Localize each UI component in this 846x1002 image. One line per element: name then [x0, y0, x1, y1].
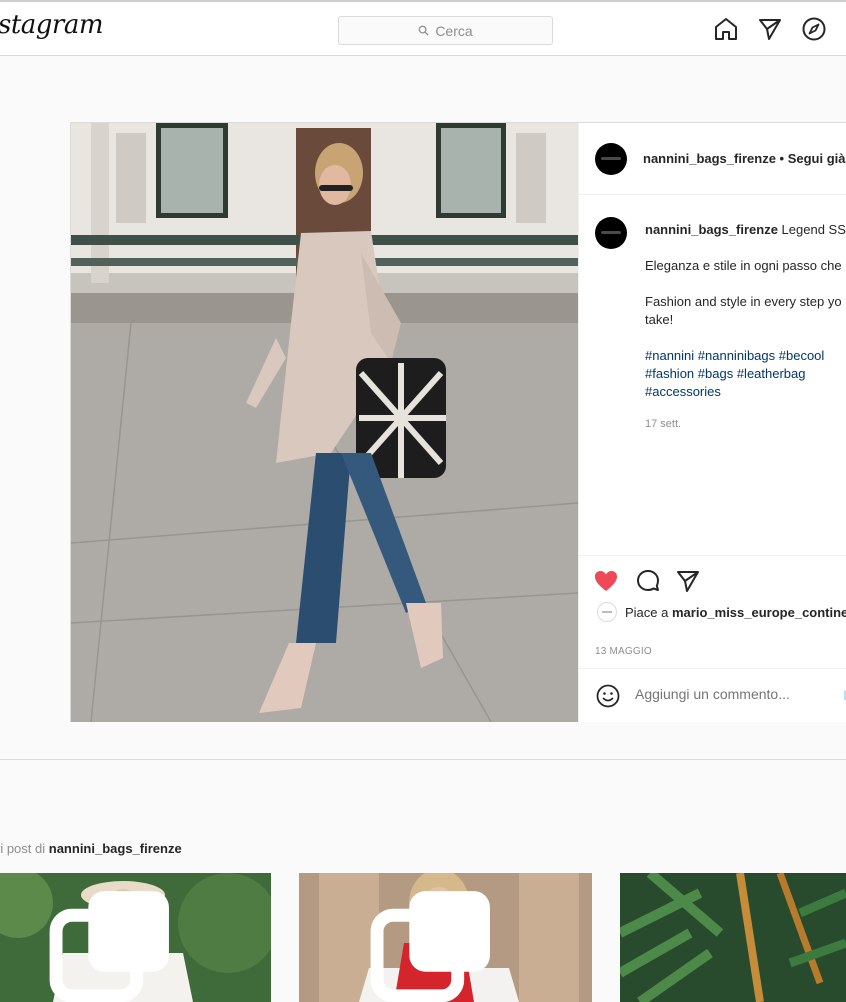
- instagram-logo[interactable]: stagram: [0, 10, 104, 40]
- thumbnail-post[interactable]: [299, 873, 592, 1002]
- search-box[interactable]: Cerca: [338, 16, 553, 45]
- section-divider: [0, 759, 846, 760]
- multiple-images-icon: [49, 891, 169, 1002]
- caption-username[interactable]: nannini_bags_firenze: [645, 222, 778, 237]
- likes-prefix: Piace a: [625, 604, 669, 620]
- post-photo[interactable]: [71, 123, 578, 722]
- caption-line-en: Fashion and style in every step yo take!: [645, 294, 842, 327]
- home-icon[interactable]: [713, 16, 739, 42]
- post-caption: nannini_bags_firenze Legend SS Eleganza …: [645, 221, 846, 451]
- hashtag-link[interactable]: #fashion: [645, 366, 694, 381]
- caption-avatar[interactable]: [595, 217, 627, 249]
- heart-icon[interactable]: [593, 568, 619, 594]
- share-icon[interactable]: [675, 568, 701, 594]
- liker-avatar[interactable]: [597, 602, 617, 622]
- more-posts-title: ri post di nannini_bags_firenze: [0, 841, 182, 856]
- top-navigation: stagram Cerca: [0, 0, 846, 56]
- caption-line-it: Eleganza e stile in ogni passo che: [645, 258, 842, 273]
- hashtag-link[interactable]: #accessories: [645, 384, 721, 399]
- post-actions: Piace a mario_miss_europe_contine 13 MAG…: [579, 555, 846, 722]
- emoji-icon[interactable]: [595, 683, 621, 709]
- likes-summary: Piace a mario_miss_europe_contine: [597, 602, 846, 622]
- post-date: 13 MAGGIO: [595, 646, 652, 657]
- hashtag-link[interactable]: #bags: [698, 366, 733, 381]
- post-author: nannini_bags_firenze • Segui già: [643, 151, 846, 166]
- thumbnail-post[interactable]: [620, 873, 846, 1002]
- search-icon: [418, 25, 429, 36]
- hashtags: #nannini #nanninibags #becool #fashion #…: [645, 347, 846, 401]
- follow-status[interactable]: • Segui già: [780, 151, 846, 166]
- comment-bar: P: [579, 668, 846, 723]
- post-card: nannini_bags_firenze • Segui già nannini…: [70, 122, 846, 722]
- more-posts-username[interactable]: nannini_bags_firenze: [49, 841, 182, 856]
- caption-time: 17 sett.: [645, 418, 682, 430]
- post-header: nannini_bags_firenze • Segui già: [579, 123, 846, 195]
- search-placeholder: Cerca: [435, 22, 473, 39]
- author-username[interactable]: nannini_bags_firenze: [643, 151, 776, 166]
- liker-username[interactable]: mario_miss_europe_contine: [672, 605, 846, 620]
- post-sidebar: nannini_bags_firenze • Segui già nannini…: [578, 123, 846, 722]
- caption-title: Legend SS: [781, 222, 846, 237]
- hashtag-link[interactable]: #nanninibags: [698, 348, 775, 363]
- hashtag-link[interactable]: #leatherbag: [737, 366, 806, 381]
- more-posts-prefix: ri post di: [0, 841, 46, 856]
- hashtag-link[interactable]: #nannini: [645, 348, 694, 363]
- multiple-images-icon: [370, 891, 490, 1002]
- comment-input[interactable]: [635, 686, 835, 702]
- author-avatar[interactable]: [595, 143, 627, 175]
- thumbnail-post[interactable]: [0, 873, 271, 1002]
- hashtag-link[interactable]: #becool: [779, 348, 825, 363]
- explore-icon[interactable]: [801, 16, 827, 42]
- comment-icon[interactable]: [635, 568, 661, 594]
- direct-icon[interactable]: [757, 16, 783, 42]
